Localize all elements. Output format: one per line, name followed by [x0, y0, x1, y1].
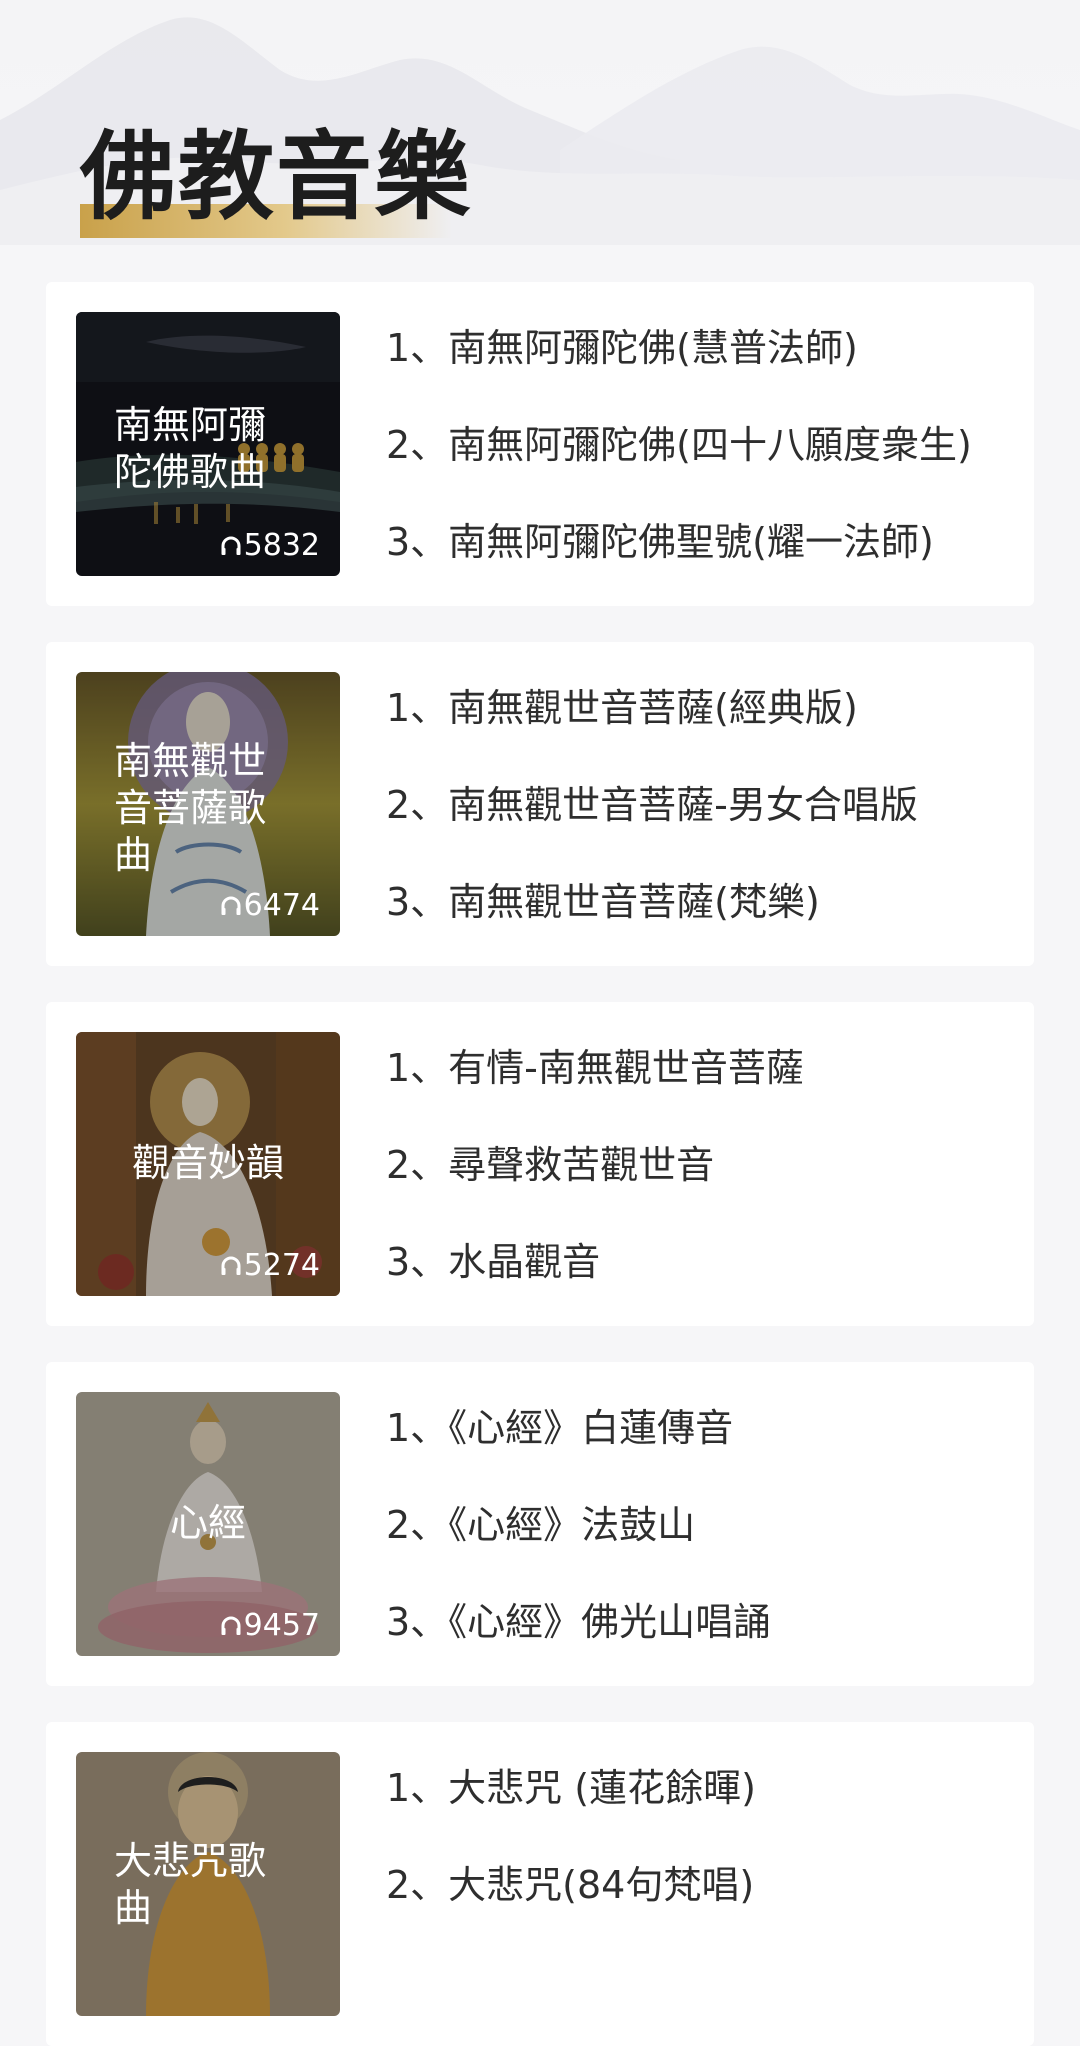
- headphone-icon: [221, 1256, 241, 1275]
- title-block: 佛教音樂: [80, 118, 472, 240]
- album-card[interactable]: 心經 9457 1、《心經》白蓮傳音 2、《心經》法鼓山 3、《心經》佛光山唱誦: [46, 1362, 1034, 1686]
- track-item[interactable]: 1、南無觀世音菩薩(經典版): [386, 686, 1026, 783]
- track-item[interactable]: 1、南無阿彌陀佛(慧普法師): [386, 326, 1026, 423]
- play-count-value: 9457: [243, 1608, 320, 1643]
- track-item[interactable]: 2、南無觀世音菩薩-男女合唱版: [386, 783, 1026, 880]
- cover-title: 南無阿彌陀佛歌曲: [114, 403, 267, 494]
- track-item[interactable]: 3、南無觀世音菩薩(梵樂): [386, 880, 1026, 977]
- track-list: 1、南無觀世音菩薩(經典版) 2、南無觀世音菩薩-男女合唱版 3、南無觀世音菩薩…: [386, 686, 1026, 977]
- track-item[interactable]: 3、南無阿彌陀佛聖號(耀一法師): [386, 520, 1026, 617]
- album-cover[interactable]: 大悲咒歌曲: [76, 1752, 340, 2016]
- headphone-icon: [221, 1616, 241, 1635]
- album-card[interactable]: 大悲咒歌曲 1、大悲咒 (蓮花餘暉) 2、大悲咒(84句梵唱): [46, 1722, 1034, 2046]
- headphone-icon: [221, 536, 241, 555]
- play-count: 9457: [220, 1608, 320, 1644]
- album-card[interactable]: 觀音妙韻 5274 1、有情-南無觀世音菩薩 2、尋聲救苦觀世音 3、水晶觀音: [46, 1002, 1034, 1326]
- headphone-icon: [221, 896, 241, 915]
- album-cover[interactable]: 心經 9457: [76, 1392, 340, 1656]
- album-cover[interactable]: 南無阿彌陀佛歌曲 5832: [76, 312, 340, 576]
- play-count: 5832: [220, 528, 320, 564]
- page-title: 佛教音樂: [80, 120, 472, 233]
- track-list: 1、大悲咒 (蓮花餘暉) 2、大悲咒(84句梵唱): [386, 1766, 1026, 1960]
- track-item[interactable]: 2、尋聲救苦觀世音: [386, 1143, 1026, 1240]
- track-item[interactable]: 2、南無阿彌陀佛(四十八願度衆生): [386, 423, 1026, 520]
- track-list: 1、《心經》白蓮傳音 2、《心經》法鼓山 3、《心經》佛光山唱誦: [386, 1406, 1026, 1697]
- play-count: 6474: [220, 888, 320, 924]
- album-card[interactable]: 南無阿彌陀佛歌曲 5832 1、南無阿彌陀佛(慧普法師) 2、南無阿彌陀佛(四十…: [46, 282, 1034, 606]
- track-item[interactable]: 3、水晶觀音: [386, 1240, 1026, 1337]
- track-list: 1、南無阿彌陀佛(慧普法師) 2、南無阿彌陀佛(四十八願度衆生) 3、南無阿彌陀…: [386, 326, 1026, 617]
- cover-title: 大悲咒歌曲: [114, 1839, 267, 1930]
- track-item[interactable]: 3、《心經》佛光山唱誦: [386, 1600, 1026, 1697]
- track-item[interactable]: 1、有情-南無觀世音菩薩: [386, 1046, 1026, 1143]
- track-item[interactable]: 1、《心經》白蓮傳音: [386, 1406, 1026, 1503]
- album-cover[interactable]: 南無觀世音菩薩歌曲 6474: [76, 672, 340, 936]
- play-count-value: 5832: [243, 528, 320, 563]
- page-header: 佛教音樂: [0, 0, 1080, 245]
- cover-title: 心經: [169, 1501, 246, 1545]
- play-count: 5274: [220, 1248, 320, 1284]
- album-cover[interactable]: 觀音妙韻 5274: [76, 1032, 340, 1296]
- cover-title: 觀音妙韻: [131, 1141, 284, 1185]
- track-item[interactable]: 2、《心經》法鼓山: [386, 1503, 1026, 1600]
- play-count-value: 5274: [243, 1248, 320, 1283]
- album-card[interactable]: 南無觀世音菩薩歌曲 6474 1、南無觀世音菩薩(經典版) 2、南無觀世音菩薩-…: [46, 642, 1034, 966]
- play-count-value: 6474: [243, 888, 320, 923]
- track-item[interactable]: 2、大悲咒(84句梵唱): [386, 1863, 1026, 1960]
- track-list: 1、有情-南無觀世音菩薩 2、尋聲救苦觀世音 3、水晶觀音: [386, 1046, 1026, 1337]
- track-item[interactable]: 1、大悲咒 (蓮花餘暉): [386, 1766, 1026, 1863]
- cover-title: 南無觀世音菩薩歌曲: [114, 739, 267, 877]
